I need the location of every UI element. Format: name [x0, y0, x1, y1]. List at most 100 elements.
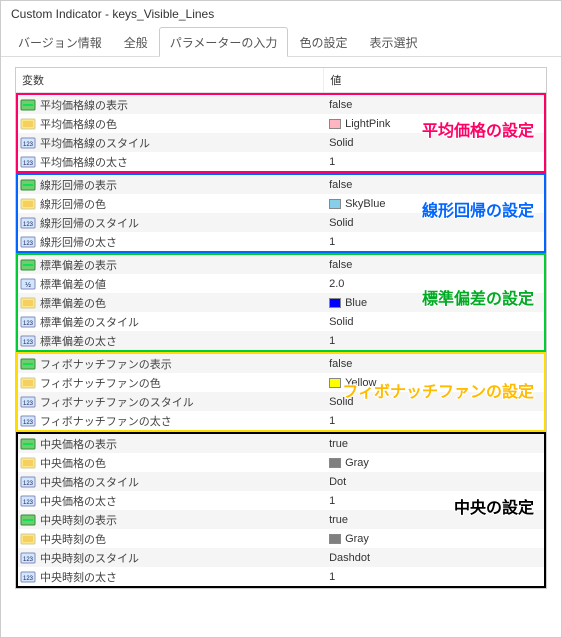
param-row[interactable]: 123平均価格線の太さ 1: [18, 152, 544, 171]
param-name-cell: 123中央価格のスタイル: [18, 474, 323, 490]
color-swatch: [329, 458, 341, 468]
param-row[interactable]: 123フィボナッチファンの太さ1: [18, 411, 544, 430]
param-value-cell[interactable]: LightPink: [323, 118, 544, 130]
svg-text:123: 123: [23, 557, 34, 563]
param-value-cell[interactable]: 1: [323, 156, 544, 168]
param-value-cell[interactable]: Solid: [323, 316, 544, 328]
param-name-cell: 123平均価格線の太さ: [18, 154, 323, 170]
bool-type-icon: [20, 513, 36, 527]
param-name-cell: 123中央時刻のスタイル: [18, 550, 323, 566]
num-type-icon: 123: [20, 570, 36, 584]
param-name: 標準偏差の表示: [40, 257, 117, 273]
param-name-cell: 123フィボナッチファンの太さ: [18, 413, 323, 429]
param-row[interactable]: 中央価格の表示true: [18, 434, 544, 453]
param-value: false: [329, 99, 352, 111]
param-row[interactable]: 平均価格線の色LightPink: [18, 114, 544, 133]
color-type-icon: [20, 532, 36, 546]
param-row[interactable]: 標準偏差の色Blue: [18, 293, 544, 312]
svg-text:123: 123: [23, 321, 34, 327]
svg-text:123: 123: [23, 500, 34, 506]
param-value-cell[interactable]: Solid: [323, 217, 544, 229]
param-row[interactable]: フィボナッチファンの色Yellow: [18, 373, 544, 392]
param-value: 1: [329, 156, 335, 168]
svg-text:123: 123: [23, 340, 34, 346]
param-row[interactable]: 標準偏差の表示 false: [18, 255, 544, 274]
param-row[interactable]: 123中央価格のスタイルDot: [18, 472, 544, 491]
num-type-icon: 123: [20, 551, 36, 565]
param-name-cell: 123標準偏差のスタイル: [18, 314, 323, 330]
param-value-cell[interactable]: false: [323, 259, 544, 271]
color-type-icon: [20, 197, 36, 211]
num-type-icon: 123: [20, 475, 36, 489]
param-row[interactable]: 123フィボナッチファンのスタイルSolid: [18, 392, 544, 411]
param-value-cell[interactable]: 1: [323, 335, 544, 347]
param-group-blue: 線形回帰の表示false 線形回帰の色 SkyBlue 123線形回帰のスタイルSol…: [16, 173, 546, 253]
param-row[interactable]: 123標準偏差のスタイルSolid: [18, 312, 544, 331]
param-row[interactable]: 線形回帰の色 SkyBlue: [18, 194, 544, 213]
num-type-icon: 123: [20, 395, 36, 409]
window-title: Custom Indicator - keys_Visible_Lines: [1, 1, 561, 27]
svg-text:123: 123: [23, 481, 34, 487]
tab-1[interactable]: 全般: [113, 27, 159, 56]
param-value-cell[interactable]: true: [323, 438, 544, 450]
param-row[interactable]: 123標準偏差の太さ1: [18, 331, 544, 350]
param-row[interactable]: 線形回帰の表示false: [18, 175, 544, 194]
tab-4[interactable]: 表示選択: [358, 27, 428, 56]
column-header-variable[interactable]: 変数: [16, 68, 323, 92]
param-value-cell[interactable]: SkyBlue: [323, 198, 544, 210]
param-value-cell[interactable]: Solid: [323, 396, 544, 408]
num-type-icon: 123: [20, 136, 36, 150]
param-value: Gray: [345, 457, 369, 469]
param-value-cell[interactable]: Dot: [323, 476, 544, 488]
num-type-icon: 123: [20, 334, 36, 348]
param-row[interactable]: 中央価格の色Gray: [18, 453, 544, 472]
param-value-cell[interactable]: false: [323, 358, 544, 370]
tab-bar: バージョン情報全般パラメーターの入力色の設定表示選択: [1, 27, 561, 57]
param-row[interactable]: 123平均価格線のスタイルSolid: [18, 133, 544, 152]
param-row[interactable]: 123中央時刻のスタイルDashdot: [18, 548, 544, 567]
color-type-icon: [20, 376, 36, 390]
param-row[interactable]: 123線形回帰のスタイルSolid: [18, 213, 544, 232]
color-swatch: [329, 378, 341, 388]
param-value-cell[interactable]: 1: [323, 495, 544, 507]
param-name: 中央時刻の色: [40, 531, 106, 547]
param-row[interactable]: 平均価格線の表示false: [18, 95, 544, 114]
param-value-cell[interactable]: 1: [323, 236, 544, 248]
param-value-cell[interactable]: true: [323, 514, 544, 526]
bool-type-icon: [20, 258, 36, 272]
tab-3[interactable]: 色の設定: [288, 27, 358, 56]
svg-text:123: 123: [23, 161, 34, 167]
column-header-value[interactable]: 値: [323, 68, 546, 92]
param-value-cell[interactable]: false: [323, 179, 544, 191]
param-value-cell[interactable]: Dashdot: [323, 552, 544, 564]
param-value-cell[interactable]: Blue: [323, 297, 544, 309]
param-name: 線形回帰の太さ: [40, 234, 117, 250]
param-value-cell[interactable]: false: [323, 99, 544, 111]
param-value-cell[interactable]: Yellow: [323, 377, 544, 389]
param-value-cell[interactable]: 2.0: [323, 278, 544, 290]
color-type-icon: [20, 117, 36, 131]
param-value-cell[interactable]: 1: [323, 571, 544, 583]
param-name-cell: 標準偏差の表示: [18, 257, 323, 273]
param-row[interactable]: フィボナッチファンの表示false: [18, 354, 544, 373]
param-name-cell: 線形回帰の色: [18, 196, 323, 212]
param-name-cell: 123平均価格線のスタイル: [18, 135, 323, 151]
param-value: SkyBlue: [345, 198, 385, 210]
param-row[interactable]: 123線形回帰の太さ1: [18, 232, 544, 251]
param-name-cell: フィボナッチファンの色: [18, 375, 323, 391]
num-type-icon: 123: [20, 155, 36, 169]
param-value-cell[interactable]: Gray: [323, 533, 544, 545]
param-row[interactable]: 中央時刻の表示true: [18, 510, 544, 529]
param-row[interactable]: 123 中央時刻の太さ 1: [18, 567, 544, 586]
param-row[interactable]: ½標準偏差の値2.0: [18, 274, 544, 293]
param-name-cell: 123中央価格の太さ: [18, 493, 323, 509]
param-value-cell[interactable]: Solid: [323, 137, 544, 149]
param-row[interactable]: 123中央価格の太さ1: [18, 491, 544, 510]
param-value-cell[interactable]: Gray: [323, 457, 544, 469]
param-value: Solid: [329, 217, 353, 229]
param-value-cell[interactable]: 1: [323, 415, 544, 427]
tab-2[interactable]: パラメーターの入力: [159, 27, 289, 57]
param-row[interactable]: 中央時刻の色 Gray: [18, 529, 544, 548]
param-name: 中央時刻の太さ: [40, 569, 117, 585]
tab-0[interactable]: バージョン情報: [7, 27, 113, 56]
